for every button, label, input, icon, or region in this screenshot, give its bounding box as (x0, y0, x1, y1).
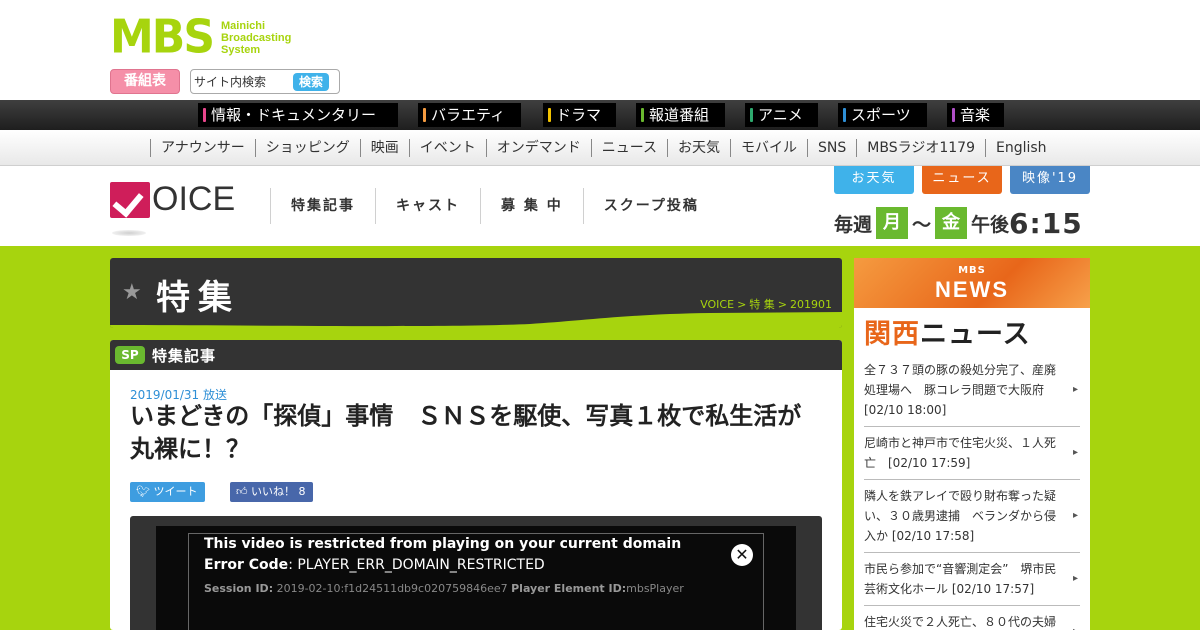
player-element-label: Player Element ID: (511, 582, 627, 595)
facebook-like-button[interactable]: 👍︎ いいね！ 8 (230, 482, 313, 502)
news-button[interactable]: ニュース (922, 166, 1002, 194)
voice-nav-cast[interactable]: キャスト (375, 188, 480, 224)
voice-logo-text: OICE (152, 180, 236, 218)
schedule-day-from: 月 (876, 207, 909, 239)
sub-nav: アナウンサー ショッピング 映画 イベント オンデマンド ニュース お天気 モバイル SNS MB… (0, 130, 1200, 166)
article-headline: いまどきの「探偵」事情 ＳＮＳを駆使、写真１枚で私生活が丸裸に！？ (130, 402, 802, 463)
section-title-bar: ★ 特集 VOICE > 特 集 >201901 (110, 258, 842, 328)
tweet-button[interactable]: 🐦︎ ツイート (130, 482, 205, 502)
error-session: Session ID: 2019-02-10:f1d24511db9c02075… (204, 582, 684, 595)
mbs-logo[interactable]: MBS Mainichi Broadcasting System (110, 14, 340, 62)
video-player[interactable]: This video is restricted from playing on… (156, 526, 796, 630)
kansai-heading-b: ニュース (920, 319, 1031, 350)
breadcrumb-month[interactable]: 201901 (790, 298, 832, 311)
schedule-pm: 午後 (971, 213, 1010, 236)
video-error-dialog: This video is restricted from playing on… (188, 533, 764, 630)
search-input[interactable] (194, 73, 292, 90)
voice-logo[interactable]: OICE (110, 180, 236, 238)
sub-nav-item[interactable]: アナウンサー (150, 139, 255, 157)
error-code-label: Error Code (204, 557, 289, 573)
news-item[interactable]: 隣人を鉄アレイで殴り財布奪った疑い、３０歳男逮捕 ベランダから侵入か [02/1… (864, 480, 1080, 553)
tv-schedule-button[interactable]: 番組表 (110, 69, 180, 94)
kansai-news-sidebar: MBS NEWS 関西ニュース 全７３７頭の豚の殺処分完了、産廃処理場へ 豚コレ… (854, 258, 1090, 630)
sub-nav-item[interactable]: English (984, 139, 1057, 157)
breadcrumb-features[interactable]: 特 集 (749, 298, 775, 311)
tv-buttons: お天気 ニュース 映像'19 (834, 166, 1098, 194)
voice-nav-features[interactable]: 特集記事 (270, 188, 375, 224)
mbs-logo-text: Mainichi Broadcasting System (221, 20, 291, 56)
sub-nav-item[interactable]: お天気 (667, 139, 730, 157)
thumbs-up-icon: 👍︎ (236, 485, 248, 498)
like-label: いいね！ 8 (251, 485, 306, 498)
genre-anime[interactable]: アニメ (745, 103, 818, 127)
sub-nav-list: アナウンサー ショッピング 映画 イベント オンデマンド ニュース お天気 モバイル SNS MB… (150, 139, 1057, 157)
page-title: 特集 (156, 278, 240, 318)
search-button[interactable]: 検索 (293, 73, 329, 91)
mbs-news-banner[interactable]: MBS NEWS (854, 258, 1090, 308)
sub-nav-item[interactable]: モバイル (730, 139, 807, 157)
genre-news-programs[interactable]: 報道番組 (636, 103, 725, 127)
session-value: 2019-02-10:f1d24511db9c020759846ee7 (273, 582, 512, 595)
error-message: This video is restricted from playing on… (204, 536, 682, 552)
tweet-label: ツイート (153, 485, 198, 498)
checkmark-icon (110, 182, 150, 218)
voice-nav: 特集記事 キャスト 募 集 中 スクープ投稿 (270, 188, 719, 224)
sub-nav-item[interactable]: ショッピング (254, 139, 360, 157)
video-container: This video is restricted from playing on… (130, 516, 822, 630)
sp-badge: SP (115, 346, 145, 364)
sub-nav-item[interactable]: ニュース (590, 139, 667, 157)
article-category-bar: SP 特集記事 (110, 340, 842, 370)
news-item[interactable]: 尼崎市と神戸市で住宅火災、１人死亡 [02/10 17:59] (864, 427, 1080, 480)
star-icon: ★ (122, 280, 142, 305)
banner-mbs: MBS (958, 265, 986, 276)
twitter-bird-icon: 🐦︎ (136, 485, 150, 498)
news-item[interactable]: 市民ら参加で“音響測定会” 堺市民芸術文化ホール [02/10 17:57] (864, 553, 1080, 606)
site-search: 検索 (190, 69, 340, 94)
sub-nav-item[interactable]: 映画 (359, 139, 409, 157)
news-item[interactable]: 住宅火災で２人死亡、８０代の夫婦か (864, 606, 1080, 630)
logo-shadow (112, 230, 146, 236)
genre-music[interactable]: 音楽 (947, 103, 1004, 127)
genre-drama[interactable]: ドラマ (543, 103, 616, 127)
logo-text-line: Mainichi (221, 20, 266, 32)
close-icon[interactable]: ✕ (731, 544, 753, 566)
article-category: 特集記事 (152, 347, 217, 365)
voice-nav-recruiting[interactable]: 募 集 中 (480, 188, 583, 224)
broadcast-schedule: 毎週 月 〜 金 午後 6:15 (834, 206, 1083, 240)
voice-nav-scoop[interactable]: スクープ投稿 (582, 188, 719, 224)
sub-nav-item[interactable]: SNS (807, 139, 856, 157)
banner-news: NEWS (935, 277, 1009, 302)
eizo-button[interactable]: 映像'19 (1010, 166, 1090, 194)
site-header: MBS Mainichi Broadcasting System 番組表 検索 (0, 0, 1200, 100)
schedule-weekly: 毎週 (834, 213, 873, 236)
error-code: Error Code: PLAYER_ERR_DOMAIN_RESTRICTED (204, 557, 545, 573)
genre-documentary[interactable]: 情報・ドキュメンタリー (198, 103, 398, 127)
schedule-time: 6:15 (1009, 206, 1083, 240)
genre-sports[interactable]: スポーツ (838, 103, 927, 127)
genre-nav: 情報・ドキュメンタリー バラエティ ドラマ 報道番組 アニメ スポーツ 音楽 (0, 100, 1200, 130)
kansai-heading-a: 関西 (864, 319, 920, 350)
breadcrumb-voice[interactable]: VOICE (700, 298, 734, 311)
session-label: Session ID: (204, 582, 274, 595)
kansai-news-heading: 関西ニュース (864, 312, 1031, 351)
sub-nav-item[interactable]: オンデマンド (485, 139, 591, 157)
breadcrumb: VOICE > 特 集 >201901 (700, 296, 832, 312)
logo-text-line: System (221, 44, 261, 56)
logo-text-line: Broadcasting (221, 32, 292, 44)
error-code-value: : PLAYER_ERR_DOMAIN_RESTRICTED (288, 557, 545, 573)
breadcrumb-separator: > (737, 298, 747, 311)
sub-nav-item[interactable]: MBSラジオ1179 (856, 139, 985, 157)
article-panel: SP 特集記事 2019/01/31 放送 いまどきの「探偵」事情 ＳＮＳを駆使… (110, 340, 842, 630)
sub-nav-item[interactable]: イベント (408, 139, 486, 157)
player-element-value: mbsPlayer (626, 582, 684, 595)
mbs-logo-mark: MBS (110, 10, 215, 65)
schedule-day-to: 金 (935, 207, 968, 239)
weather-button[interactable]: お天気 (834, 166, 914, 194)
news-list: 全７３７頭の豚の殺処分完了、産廃処理場へ 豚コレラ問題で大阪府 [02/10 1… (864, 354, 1080, 630)
genre-variety[interactable]: バラエティ (418, 103, 521, 127)
breadcrumb-separator: > (777, 298, 787, 311)
schedule-tilde: 〜 (912, 213, 932, 236)
news-item[interactable]: 全７３７頭の豚の殺処分完了、産廃処理場へ 豚コレラ問題で大阪府 [02/10 1… (864, 354, 1080, 427)
